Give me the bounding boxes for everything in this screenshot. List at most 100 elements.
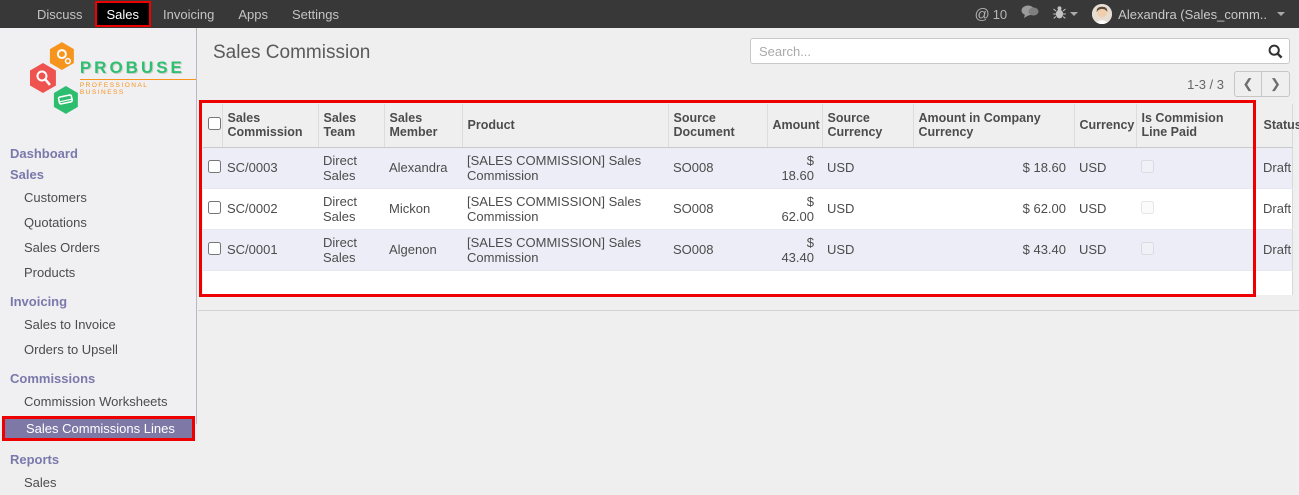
cell-source: SO008: [668, 188, 767, 229]
sidebar-header-sales[interactable]: Sales: [0, 164, 196, 185]
cell-source: SO008: [668, 147, 767, 188]
cell-currency: USD: [1074, 188, 1136, 229]
paid-checkbox[interactable]: [1141, 242, 1154, 255]
col-source-currency[interactable]: Source Currency: [822, 104, 913, 147]
cell-team: Direct Sales: [318, 229, 384, 270]
at-icon: @: [974, 6, 989, 23]
cell-source-currency: USD: [822, 229, 913, 270]
search-box: [750, 38, 1290, 64]
col-sales-team[interactable]: Sales Team: [318, 104, 384, 147]
sidebar-item-sales-commissions-lines[interactable]: Sales Commissions Lines: [2, 416, 195, 441]
sidebar-header-reports[interactable]: Reports: [0, 449, 196, 470]
nav-item-invoicing[interactable]: Invoicing: [151, 0, 226, 28]
cell-source: SO008: [668, 229, 767, 270]
row-select-checkbox[interactable]: [208, 160, 221, 173]
sidebar-item-report-sales[interactable]: Sales: [0, 470, 196, 495]
sidebar: PROBUSE PROFESSIONAL BUSINESS Dashboard …: [0, 28, 197, 424]
cell-amount: $ 43.40: [767, 229, 822, 270]
sidebar-header-commissions[interactable]: Commissions: [0, 368, 196, 389]
logo-subtitle: PROFESSIONAL BUSINESS: [80, 79, 196, 96]
row-select-checkbox[interactable]: [208, 201, 221, 214]
sidebar-item-products[interactable]: Products: [0, 260, 196, 285]
row-select-checkbox[interactable]: [208, 242, 221, 255]
search-input[interactable]: [751, 44, 1261, 59]
commission-list-view: Sales Commission Sales Team Sales Member…: [203, 104, 1292, 295]
mentions-counter[interactable]: @ 10: [974, 6, 1007, 23]
avatar: [1092, 4, 1112, 24]
pager-next-button[interactable]: ❯: [1262, 71, 1290, 97]
cell-source-currency: USD: [822, 147, 913, 188]
sidebar-item-sales-to-invoice[interactable]: Sales to Invoice: [0, 312, 196, 337]
col-sales-commission[interactable]: Sales Commission: [222, 104, 318, 147]
cell-product: [SALES COMMISSION] Sales Commission: [462, 188, 668, 229]
pager: 1-3 / 3 ❮ ❯: [750, 70, 1290, 98]
table-header-row: Sales Commission Sales Team Sales Member…: [203, 104, 1292, 147]
sidebar-menu: Dashboard Sales Customers Quotations Sal…: [0, 143, 196, 495]
cell-member: Mickon: [384, 188, 462, 229]
content-divider: [198, 310, 1299, 311]
table-row[interactable]: SC/0001 Direct Sales Algenon [SALES COMM…: [203, 229, 1292, 270]
cell-name: SC/0001: [222, 229, 318, 270]
status-badge: Draft: [1255, 147, 1292, 188]
main-menu: Discuss Sales Invoicing Apps Settings: [0, 0, 351, 28]
top-navbar: Discuss Sales Invoicing Apps Settings @ …: [0, 0, 1299, 28]
logo-title: PROBUSE: [80, 58, 196, 78]
status-badge: Draft: [1255, 188, 1292, 229]
cell-member: Algenon: [384, 229, 462, 270]
nav-item-sales[interactable]: Sales: [95, 1, 152, 27]
cell-currency: USD: [1074, 229, 1136, 270]
cell-amount-company: $ 62.00: [913, 188, 1074, 229]
sidebar-item-orders-to-upsell[interactable]: Orders to Upsell: [0, 337, 196, 362]
col-currency[interactable]: Currency: [1074, 104, 1136, 147]
search-icon[interactable]: [1261, 39, 1289, 63]
nav-item-discuss[interactable]: Discuss: [25, 0, 95, 28]
commission-table: Sales Commission Sales Team Sales Member…: [203, 104, 1293, 295]
logo-hexagons: [28, 38, 86, 116]
col-product[interactable]: Product: [462, 104, 668, 147]
cell-member: Alexandra: [384, 147, 462, 188]
user-menu[interactable]: Alexandra (Sales_comm..: [1092, 4, 1285, 24]
paid-checkbox[interactable]: [1141, 160, 1154, 173]
page-title: Sales Commission: [213, 42, 370, 64]
sidebar-item-sales-orders[interactable]: Sales Orders: [0, 235, 196, 260]
sidebar-item-customers[interactable]: Customers: [0, 185, 196, 210]
pager-previous-button[interactable]: ❮: [1234, 71, 1262, 97]
cell-product: [SALES COMMISSION] Sales Commission: [462, 229, 668, 270]
chevron-right-icon: ❯: [1270, 76, 1281, 92]
col-is-commission-line-paid[interactable]: Is Commision Line Paid: [1136, 104, 1255, 147]
col-sales-member[interactable]: Sales Member: [384, 104, 462, 147]
col-status[interactable]: Status: [1255, 104, 1292, 147]
mention-count: 10: [993, 7, 1007, 22]
cell-amount-company: $ 18.60: [913, 147, 1074, 188]
table-row[interactable]: SC/0003 Direct Sales Alexandra [SALES CO…: [203, 147, 1292, 188]
sidebar-header-dashboard[interactable]: Dashboard: [0, 143, 196, 164]
pager-range: 1-3 / 3: [1187, 77, 1224, 92]
cell-team: Direct Sales: [318, 147, 384, 188]
col-amount[interactable]: Amount: [767, 104, 822, 147]
cell-amount: $ 18.60: [767, 147, 822, 188]
bug-icon: [1053, 5, 1066, 24]
table-row[interactable]: SC/0002 Direct Sales Mickon [SALES COMMI…: [203, 188, 1292, 229]
col-amount-company-currency[interactable]: Amount in Company Currency: [913, 104, 1074, 147]
paid-checkbox[interactable]: [1141, 201, 1154, 214]
debug-menu[interactable]: [1053, 5, 1078, 24]
cell-amount-company: $ 43.40: [913, 229, 1074, 270]
select-all-checkbox[interactable]: [208, 117, 221, 130]
logo-text: PROBUSE PROFESSIONAL BUSINESS: [80, 58, 196, 96]
cell-name: SC/0003: [222, 147, 318, 188]
cell-currency: USD: [1074, 147, 1136, 188]
caret-down-icon: [1277, 12, 1285, 16]
user-name: Alexandra (Sales_comm..: [1118, 7, 1267, 22]
chevron-left-icon: ❮: [1243, 76, 1254, 92]
status-badge: Draft: [1255, 229, 1292, 270]
cell-amount: $ 62.00: [767, 188, 822, 229]
select-all-cell: [203, 104, 222, 147]
sidebar-header-invoicing[interactable]: Invoicing: [0, 291, 196, 312]
nav-item-settings[interactable]: Settings: [280, 0, 351, 28]
company-logo: PROBUSE PROFESSIONAL BUSINESS: [28, 38, 196, 116]
messages-icon[interactable]: [1021, 5, 1039, 24]
col-source-document[interactable]: Source Document: [668, 104, 767, 147]
sidebar-item-commission-worksheets[interactable]: Commission Worksheets: [0, 389, 196, 414]
sidebar-item-quotations[interactable]: Quotations: [0, 210, 196, 235]
nav-item-apps[interactable]: Apps: [226, 0, 280, 28]
